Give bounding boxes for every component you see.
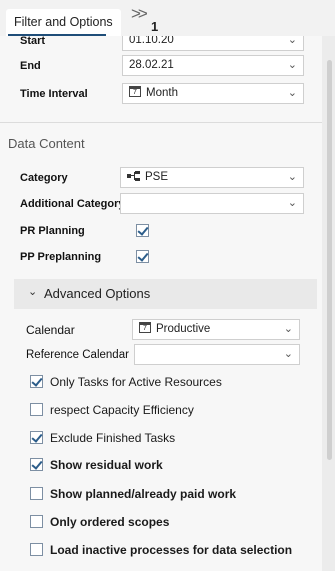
option-row[interactable]: Load inactive processes for data selecti… [30, 539, 320, 561]
tab-label: Filter and Options [14, 15, 113, 29]
calendar-row: Calendar 7 Productive ⌄ [0, 317, 322, 343]
calendar-value: Productive [156, 323, 211, 335]
calendar-icon: 7 [129, 86, 141, 98]
chevron-down-icon[interactable]: ⌄ [288, 56, 297, 75]
time-interval-row: Time Interval 7 Month ⌄ [0, 81, 322, 107]
option-label: Only Tasks for Active Resources [50, 375, 222, 389]
double-chevron-right-icon[interactable]: >> [131, 4, 148, 24]
option-row[interactable]: respect Capacity Efficiency [30, 399, 320, 421]
pp-preplanning-row: PP Preplanning [0, 244, 322, 270]
option-row[interactable]: Show residual work [30, 454, 320, 476]
option-label: Show planned/already paid work [50, 487, 237, 501]
reference-calendar-select[interactable]: ⌄ [134, 344, 300, 365]
category-row: Category PSE ⌄ [0, 165, 322, 191]
time-interval-label: Time Interval [20, 88, 88, 100]
show-residual-work-checkbox[interactable] [30, 458, 43, 471]
start-date-field[interactable]: 01.10.20 ⌄ [122, 36, 304, 51]
option-label: Only ordered scopes [50, 515, 170, 529]
option-label: respect Capacity Efficiency [50, 403, 194, 417]
pp-preplanning-checkbox[interactable] [136, 250, 149, 263]
pr-planning-label: PR Planning [20, 225, 85, 237]
end-date-field[interactable]: 28.02.21 ⌄ [122, 55, 304, 76]
chevron-down-icon[interactable]: ⌄ [284, 345, 293, 364]
option-row[interactable]: Only Tasks for Active Resources [30, 371, 320, 393]
section-divider [0, 122, 322, 123]
option-label: Show residual work [50, 458, 163, 472]
calendar-label: Calendar [26, 323, 75, 337]
panel-header: Filter and Options >> 1 [0, 0, 335, 40]
hierarchy-icon [127, 170, 141, 181]
chevron-down-icon[interactable]: ⌄ [284, 320, 293, 339]
data-content-title: Data Content [8, 136, 85, 151]
additional-category-row: Additional Category ⌄ [0, 191, 322, 217]
pp-preplanning-label: PP Preplanning [20, 251, 102, 263]
calendar-icon: 7 [139, 322, 151, 334]
chevron-down-icon[interactable]: ⌄ [288, 168, 297, 187]
scrollbar-thumb[interactable] [327, 60, 332, 460]
start-date-value: 01.10.20 [129, 36, 174, 46]
chevron-down-icon[interactable]: ⌄ [288, 36, 297, 50]
time-interval-value: Month [146, 87, 178, 99]
chevron-down-icon[interactable]: ⌄ [288, 84, 297, 103]
only-ordered-scopes-checkbox[interactable] [30, 515, 43, 528]
more-tabs-count: 1 [151, 19, 159, 34]
only-active-resources-checkbox[interactable] [30, 375, 43, 388]
reference-calendar-label: Reference Calendar [26, 349, 129, 361]
category-value: PSE [145, 171, 169, 183]
start-label: Start [20, 36, 46, 47]
respect-capacity-efficiency-checkbox[interactable] [30, 403, 43, 416]
option-label: Exclude Finished Tasks [50, 431, 176, 445]
load-inactive-processes-checkbox[interactable] [30, 543, 43, 556]
option-label: Load inactive processes for data selecti… [50, 543, 293, 557]
advanced-options-title: Advanced Options [44, 286, 151, 301]
chevron-down-icon: ⌄ [28, 286, 38, 298]
calendar-select[interactable]: 7 Productive ⌄ [132, 319, 300, 340]
option-row[interactable]: Exclude Finished Tasks [30, 427, 320, 449]
pr-planning-row: PR Planning [0, 218, 322, 244]
tab-filter-and-options[interactable]: Filter and Options [6, 9, 121, 37]
show-planned-paid-work-checkbox[interactable] [30, 487, 43, 500]
chevron-down-icon[interactable]: ⌄ [288, 194, 297, 213]
pr-planning-checkbox[interactable] [136, 224, 149, 237]
option-row[interactable]: Show planned/already paid work [30, 483, 320, 505]
start-row: Start 01.10.20 ⌄ [0, 36, 322, 54]
advanced-options-header[interactable]: ⌄ Advanced Options [14, 279, 317, 309]
reference-calendar-row: Reference Calendar ⌄ [0, 342, 322, 368]
exclude-finished-tasks-checkbox[interactable] [30, 431, 43, 444]
filter-options-panel: Start 01.10.20 ⌄ End 28.02.21 ⌄ Time Int… [0, 36, 322, 571]
category-select[interactable]: PSE ⌄ [120, 167, 304, 188]
additional-category-select[interactable]: ⌄ [120, 193, 304, 214]
additional-category-label: Additional Category [20, 198, 125, 210]
end-date-value: 28.02.21 [129, 59, 174, 71]
category-label: Category [20, 172, 68, 184]
end-label: End [20, 60, 41, 72]
time-interval-select[interactable]: 7 Month ⌄ [122, 83, 304, 104]
end-row: End 28.02.21 ⌄ [0, 53, 322, 79]
option-row[interactable]: Only ordered scopes [30, 511, 320, 533]
